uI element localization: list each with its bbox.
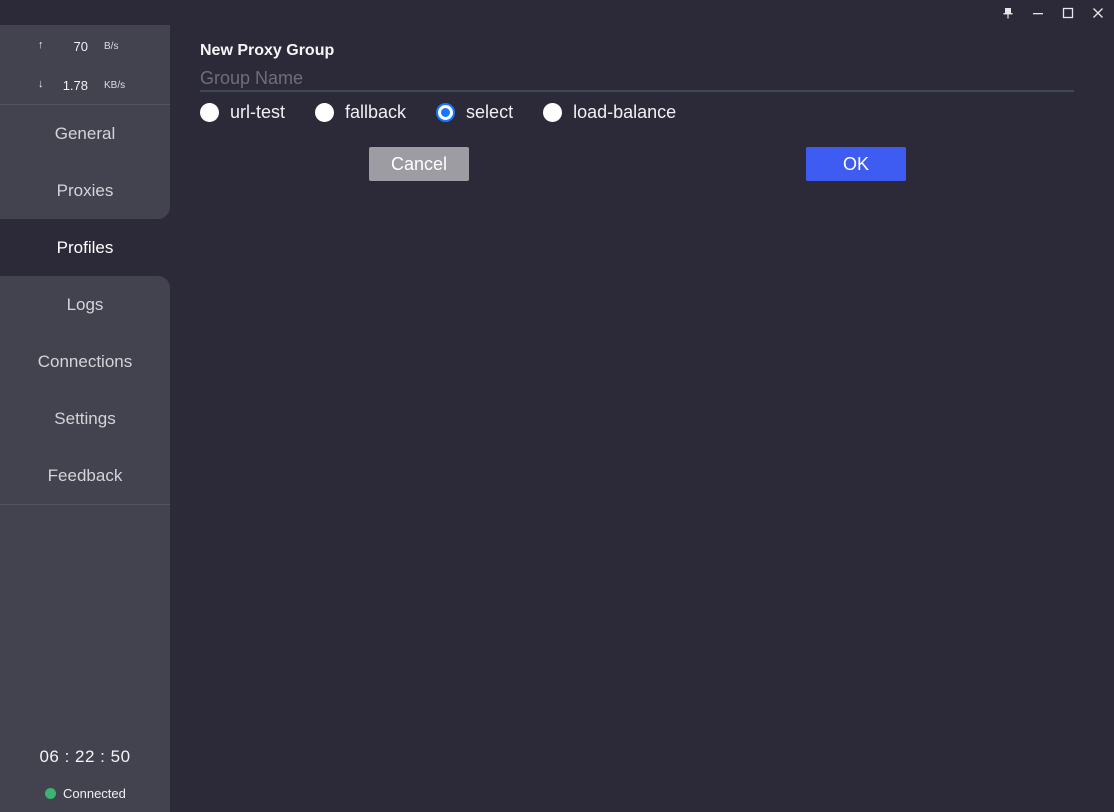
sidebar-item-general[interactable]: General: [0, 105, 170, 162]
radio-label: load-balance: [573, 101, 677, 122]
active-tab-corner: [158, 207, 170, 219]
maximize-icon: [1062, 7, 1074, 18]
radio-label: url-test: [230, 101, 286, 122]
minimize-icon: [1033, 12, 1043, 14]
dialog-title: New Proxy Group: [200, 42, 335, 59]
radio-button-icon: [315, 102, 335, 122]
sidebar-item-profiles[interactable]: Profiles: [0, 219, 170, 276]
group-name-input[interactable]: [200, 66, 1074, 92]
uptime-clock: 06 : 22 : 50: [39, 747, 131, 766]
radio-fallback[interactable]: fallback: [315, 102, 406, 123]
sidebar-item-logs[interactable]: Logs: [0, 276, 170, 333]
sidebar-item-connections[interactable]: Connections: [0, 333, 170, 390]
radio-button-icon: [200, 102, 219, 122]
group-type-radio-group: url-test fallback select load-balance: [200, 101, 706, 123]
minimize-button[interactable]: [1023, 0, 1053, 25]
upload-speed: ↑ 70 B/s: [0, 37, 170, 57]
download-speed-value: 1.78: [62, 78, 88, 93]
close-button[interactable]: [1083, 0, 1113, 25]
upload-speed-value: 70: [73, 39, 88, 54]
radio-button-checked-icon: [436, 102, 456, 122]
ok-button[interactable]: OK: [806, 147, 906, 181]
sidebar-divider: [0, 504, 170, 505]
pin-icon: [1003, 7, 1013, 18]
active-tab-corner: [158, 276, 170, 288]
radio-load-balance[interactable]: load-balance: [543, 102, 676, 123]
pin-button[interactable]: [993, 0, 1023, 25]
cancel-button[interactable]: Cancel: [369, 147, 469, 181]
connection-status: Connected: [45, 785, 126, 801]
download-speed: ↓ 1.78 KB/s: [0, 76, 170, 96]
radio-button-icon: [543, 102, 563, 122]
status-dot-icon: [45, 787, 56, 799]
radio-select[interactable]: select: [436, 102, 513, 123]
close-icon: [1093, 7, 1103, 18]
sidebar-item-feedback[interactable]: Feedback: [0, 447, 170, 504]
app-window: ↑ 70 B/s ↓ 1.78 KB/s General Proxies Pro…: [0, 0, 1114, 812]
sidebar: ↑ 70 B/s ↓ 1.78 KB/s General Proxies Pro…: [0, 25, 170, 812]
title-bar: [0, 0, 1114, 25]
status-label: Connected: [63, 785, 126, 801]
sidebar-item-proxies[interactable]: Proxies: [0, 162, 170, 219]
radio-label: select: [466, 101, 514, 122]
sidebar-item-settings[interactable]: Settings: [0, 390, 170, 447]
radio-label: fallback: [345, 101, 407, 122]
maximize-button[interactable]: [1053, 0, 1083, 25]
upload-speed-unit: B/s: [104, 41, 119, 52]
download-speed-unit: KB/s: [104, 80, 126, 91]
radio-url-test[interactable]: url-test: [200, 102, 285, 123]
